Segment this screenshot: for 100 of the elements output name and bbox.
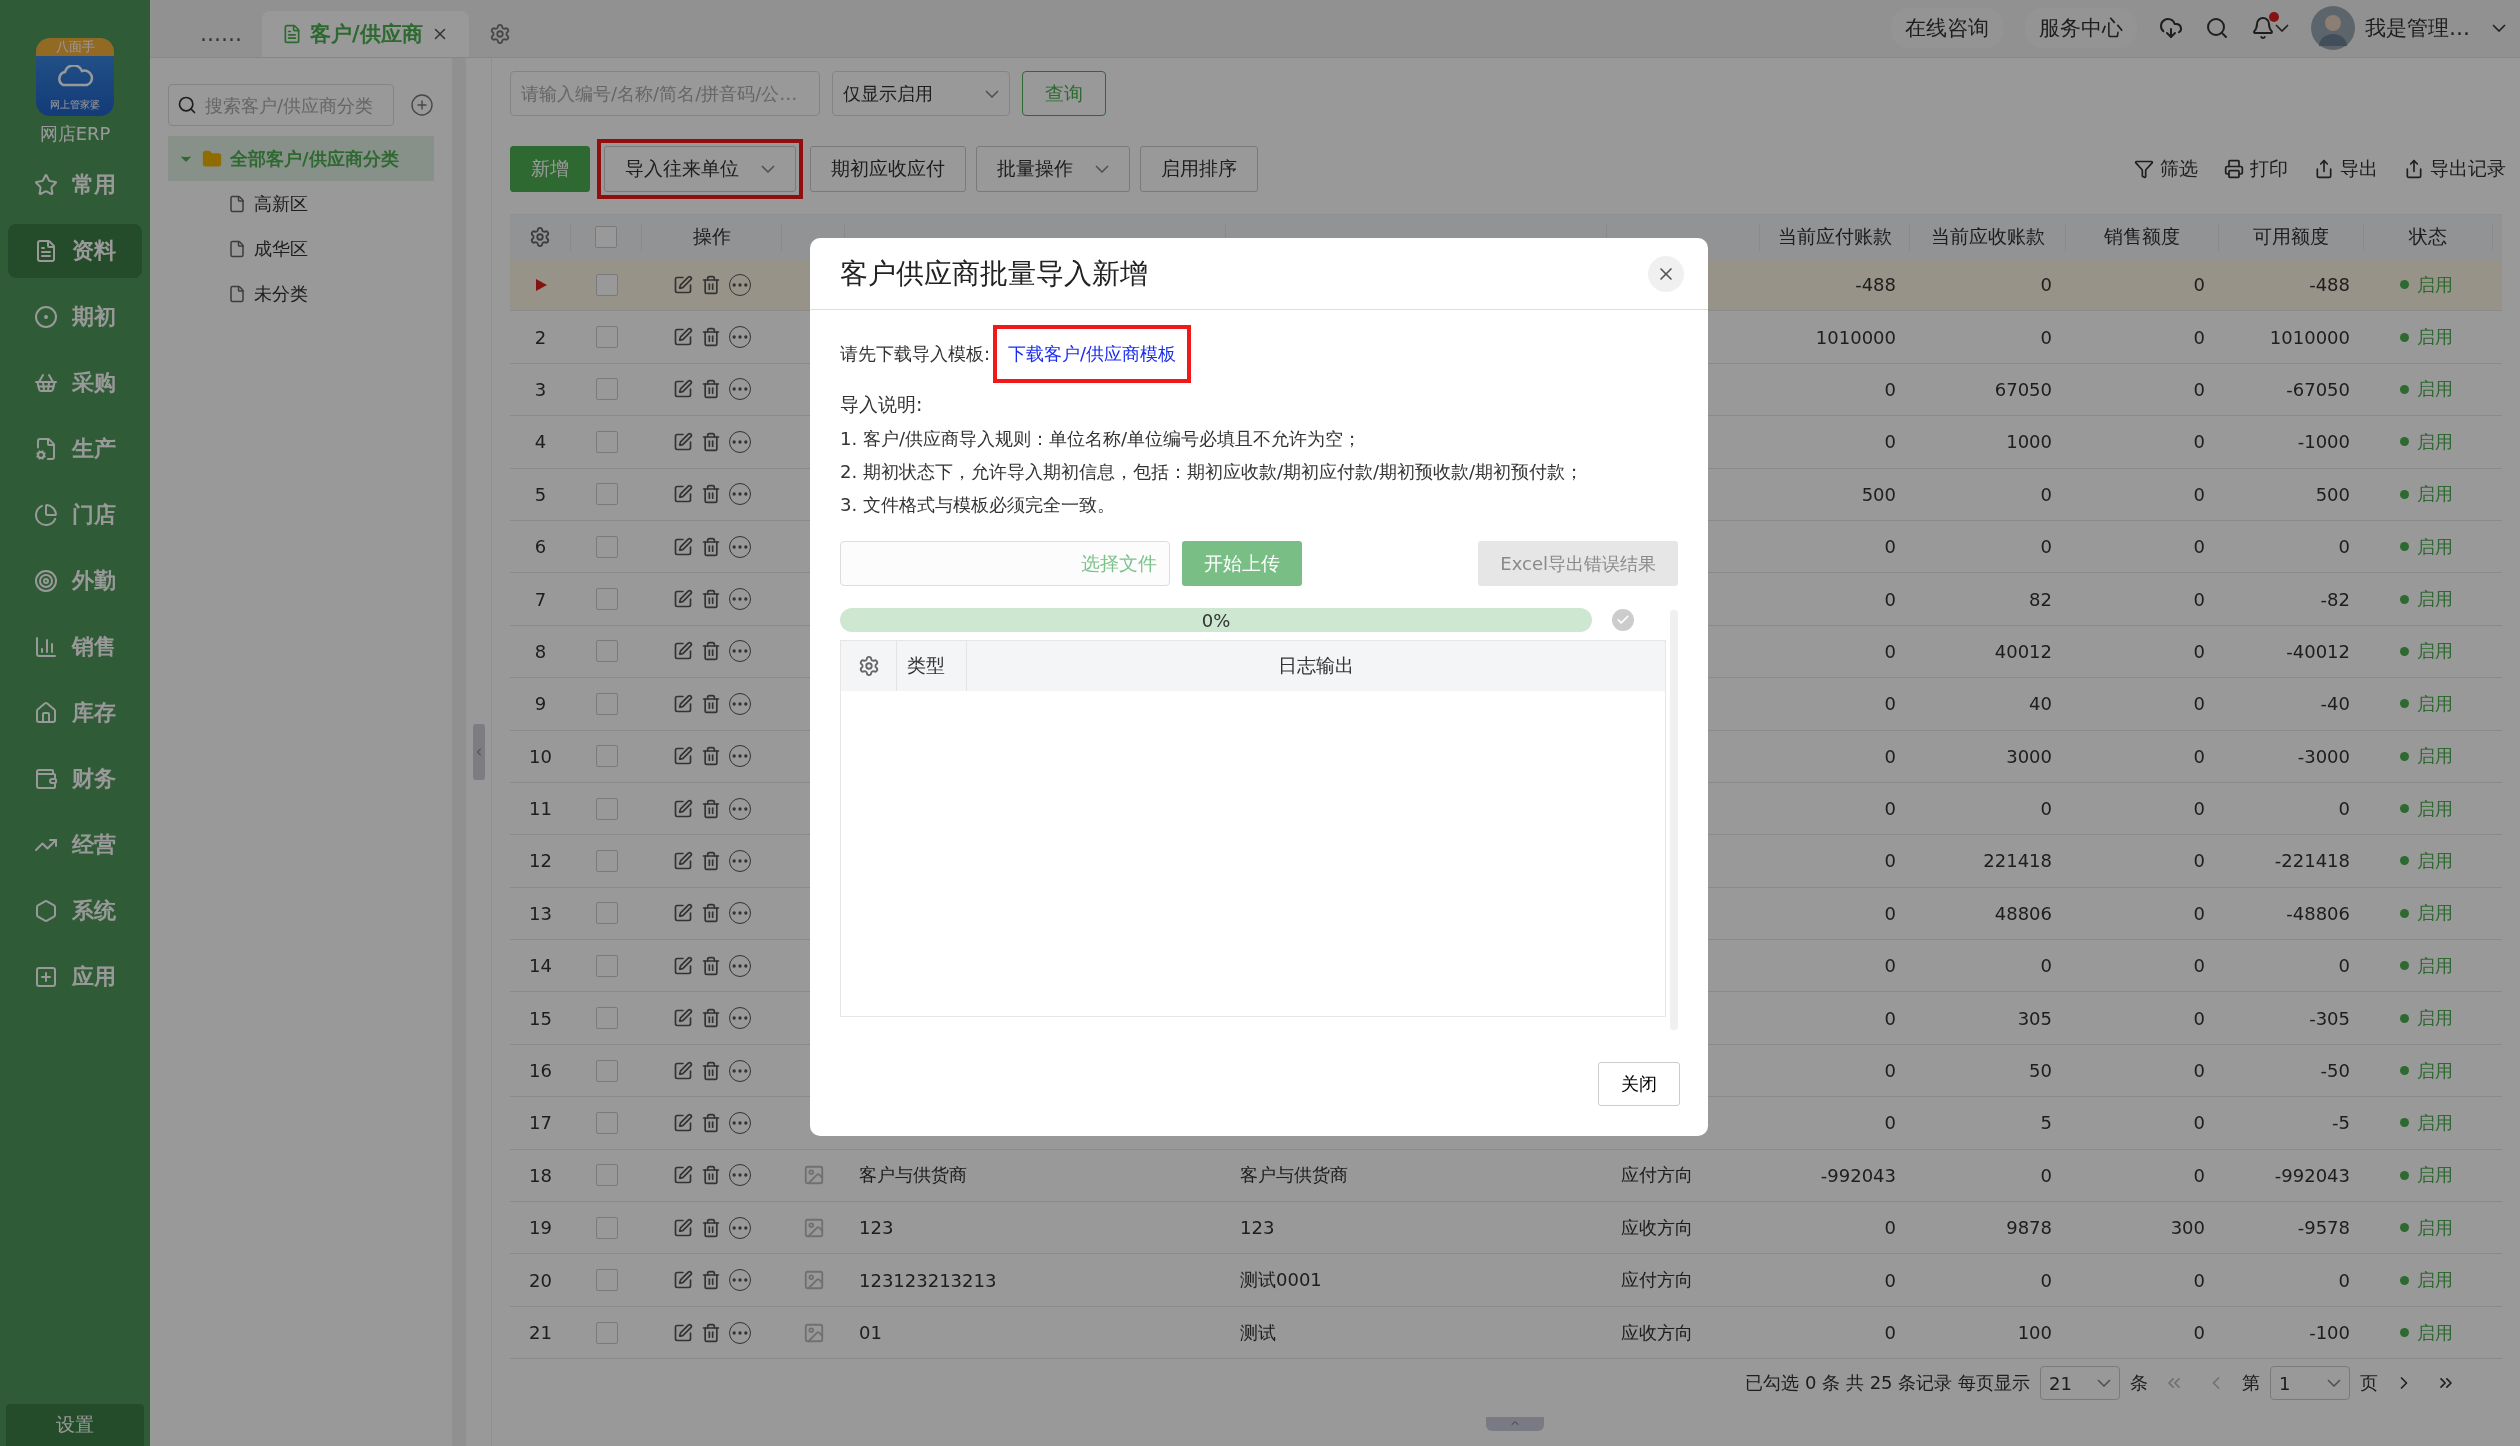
app-name: 网店ERP (39, 122, 111, 146)
status-label: 启用 (2417, 1110, 2453, 1135)
table-cell: 123 (1240, 1217, 1275, 1239)
table-cell: 0 (2040, 326, 2052, 348)
app-logo: 八面手 网上管家婆 (36, 38, 114, 116)
status-label: 启用 (2417, 691, 2453, 716)
status-label: 启用 (2417, 377, 2453, 402)
note-line: 3. 文件格式与模板必须完全一致。 (840, 493, 1116, 517)
table-cell: 0 (2193, 274, 2205, 296)
table-cell: 123 (859, 1217, 894, 1239)
table-cell: -9578 (2297, 1217, 2350, 1239)
table-cell: -488 (1855, 274, 1896, 296)
status-label: 启用 (2417, 901, 2453, 926)
pagination-label: 条 (2130, 1371, 2148, 1396)
table-cell: 0 (1884, 955, 1896, 977)
table-cell: 0 (2040, 483, 2052, 505)
row-number: 3 (534, 378, 547, 400)
column-header: 销售额度 (2104, 224, 2180, 249)
table-cell: -40012 (2286, 640, 2350, 662)
table-cell: 0 (1884, 693, 1896, 715)
status-label: 启用 (2417, 1320, 2453, 1345)
table-cell: 0 (2040, 274, 2052, 296)
table-cell: 0 (2338, 955, 2350, 977)
table-cell: -221418 (2274, 850, 2350, 872)
table-cell: 0 (1884, 1322, 1896, 1343)
table-cell: 0 (2338, 798, 2350, 820)
table-cell: 0 (2040, 798, 2052, 820)
row-number: 9 (534, 693, 547, 715)
table-cell: 0 (2040, 536, 2052, 558)
column-header: 操作 (692, 224, 731, 249)
table-cell: 48806 (1994, 902, 2052, 924)
column-header: 类型 (907, 653, 945, 678)
table-cell: 100 (2017, 1322, 2052, 1343)
status-label: 启用 (2417, 796, 2453, 821)
table-cell: 1010000 (2269, 326, 2350, 348)
table-cell: -305 (2309, 1007, 2350, 1029)
table-cell: 0 (2193, 431, 2205, 453)
table-cell: -1000 (2297, 431, 2350, 453)
status-label: 启用 (2417, 587, 2453, 612)
table-cell: 1000 (2006, 431, 2052, 453)
table-cell: 0 (2040, 955, 2052, 977)
status-label: 启用 (2417, 1215, 2453, 1240)
table-cell: 0 (2193, 955, 2205, 977)
table-cell: 测试 (1240, 1320, 1276, 1345)
table-cell: 0 (2338, 536, 2350, 558)
table-cell: 应收方向 (1621, 1215, 1693, 1240)
table-cell: 123123213213 (859, 1269, 997, 1291)
table-cell: 0 (2193, 483, 2205, 505)
status-label: 启用 (2417, 744, 2453, 769)
row-number: 5 (534, 483, 547, 505)
table-cell: 0 (1884, 1269, 1896, 1291)
table-cell: 40012 (1994, 640, 2052, 662)
table-cell: 应收方向 (1621, 1320, 1693, 1345)
column-header: 状态 (2409, 224, 2447, 249)
progress-label: 0% (1201, 609, 1231, 631)
table-cell: 221418 (1983, 850, 2052, 872)
row-number: 18 (529, 1164, 552, 1186)
table-cell: 0 (2193, 536, 2205, 558)
table-cell: 300 (2170, 1217, 2205, 1239)
table-cell: 0 (2193, 745, 2205, 767)
table-cell: 0 (1884, 536, 1896, 558)
pagination-label: 页 (2360, 1371, 2378, 1396)
table-cell: 0 (1884, 640, 1896, 662)
row-number: 17 (529, 1112, 552, 1134)
table-cell: 67050 (1994, 378, 2052, 400)
table-cell: 0 (2193, 1007, 2205, 1029)
status-label: 启用 (2417, 849, 2453, 873)
row-number: 21 (529, 1322, 552, 1343)
table-cell: 测试0001 (1240, 1268, 1322, 1293)
table-cell: 0 (2193, 902, 2205, 924)
row-number: 14 (529, 955, 552, 977)
row-number: 7 (534, 588, 547, 610)
row-number: 6 (534, 536, 547, 558)
table-cell: 9878 (2006, 1217, 2052, 1239)
row-number: 15 (529, 1007, 552, 1029)
table-cell: 3000 (2006, 745, 2052, 767)
table-cell: -50 (2320, 1060, 2350, 1082)
status-label: 启用 (2417, 272, 2453, 297)
table-cell: 5 (2040, 1112, 2052, 1134)
table-cell: -100 (2309, 1322, 2350, 1343)
status-label: 启用 (2417, 325, 2453, 350)
status-label: 启用 (2417, 1268, 2453, 1293)
table-cell: 0 (2193, 1060, 2205, 1082)
table-cell: -488 (2309, 274, 2350, 296)
template-label: 请先下载导入模板: (840, 342, 991, 366)
table-cell: -40 (2320, 693, 2350, 715)
status-label: 启用 (2417, 1058, 2453, 1083)
table-cell: 0 (1884, 378, 1896, 400)
table-cell: 0 (2193, 693, 2205, 715)
status-label: 启用 (2417, 1163, 2453, 1188)
note-line: 2. 期初状态下，允许导入期初信息，包括：期初应收款/期初应付款/期初预收款/期初预付款； (840, 460, 1585, 484)
table-cell: 0 (1884, 850, 1896, 872)
table-cell: 82 (2029, 588, 2052, 610)
table-cell: 0 (1884, 1112, 1896, 1134)
table-cell: 0 (1884, 588, 1896, 610)
status-label: 启用 (2417, 482, 2453, 507)
table-cell: 0 (1884, 745, 1896, 767)
status-label: 启用 (2417, 639, 2453, 664)
dialog-title: 客户供应商批量导入新增 (840, 255, 1148, 292)
table-cell: 客户与供货商 (859, 1163, 967, 1188)
